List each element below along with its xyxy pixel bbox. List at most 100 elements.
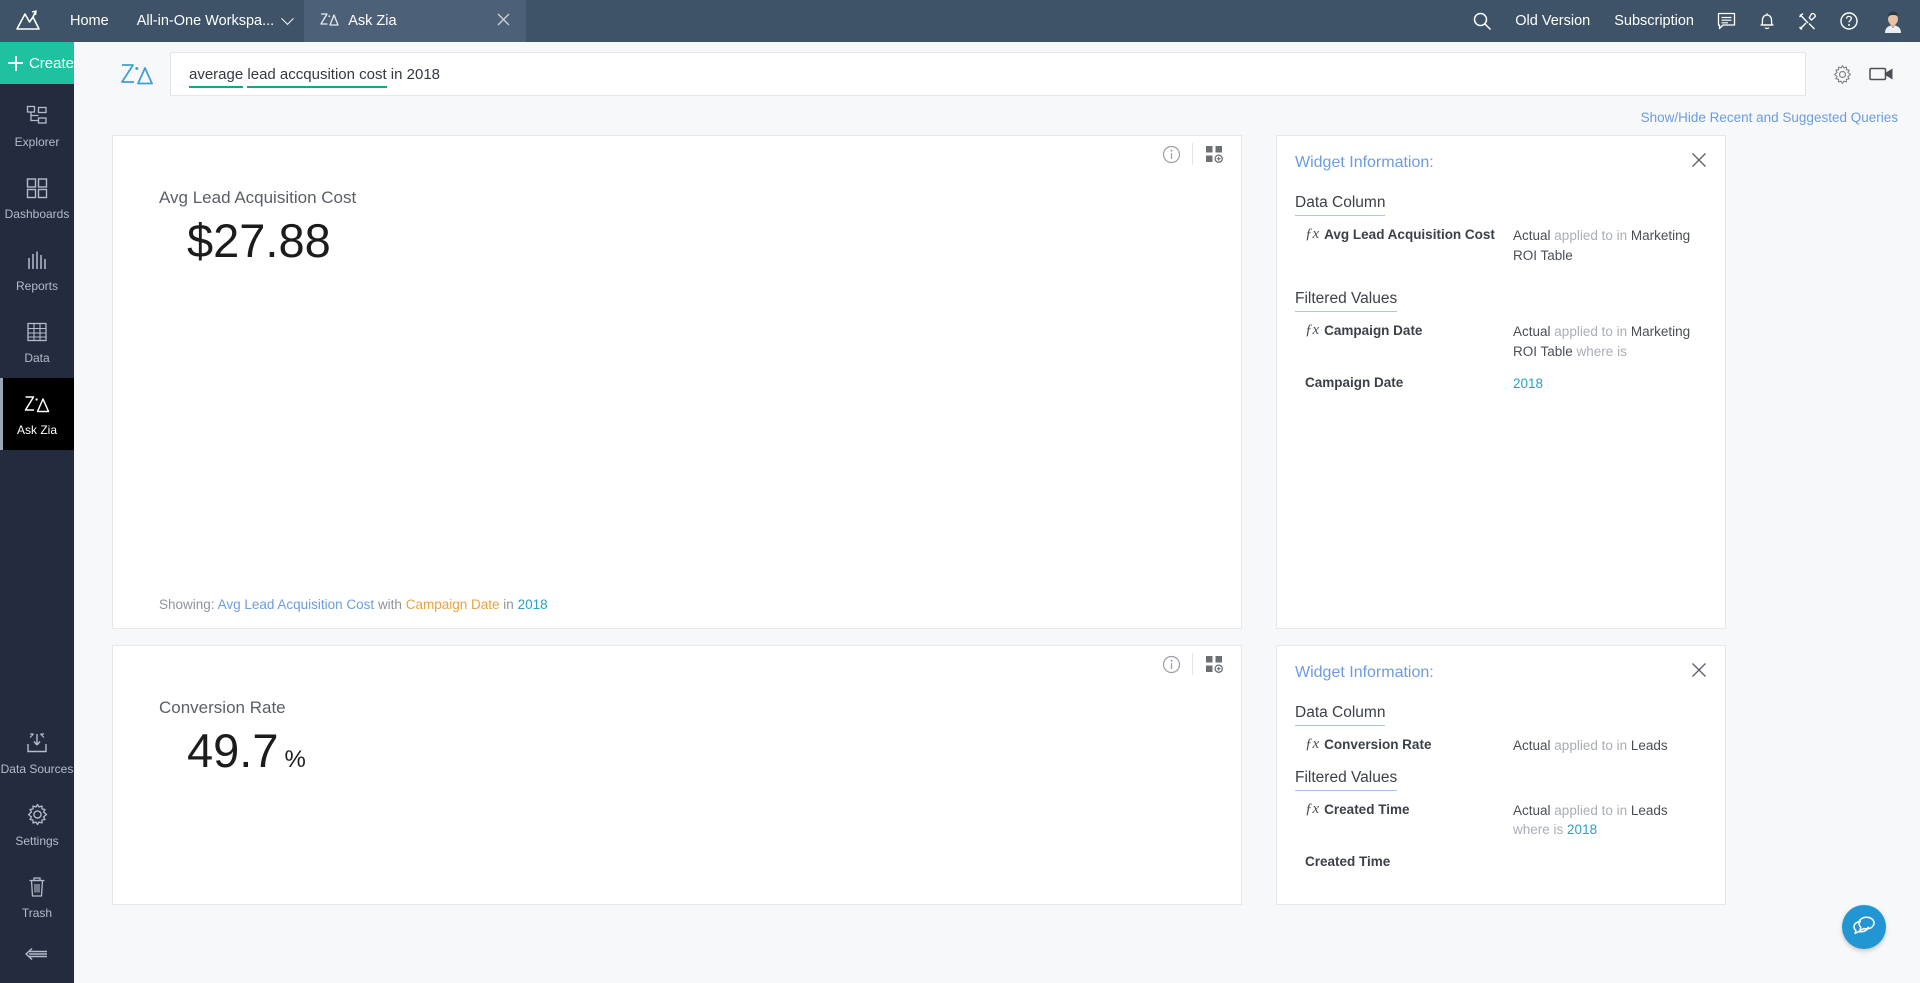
zoho-analytics-logo-icon[interactable] — [0, 0, 56, 42]
video-camera-icon[interactable] — [1862, 65, 1902, 83]
gear-icon — [26, 803, 49, 827]
section-gap — [1295, 278, 1703, 290]
value-muted: applied to in — [1554, 738, 1627, 753]
bell-icon[interactable] — [1747, 12, 1787, 31]
info-row-key: Conversion Rate — [1324, 736, 1431, 756]
info-row: Created Time — [1295, 853, 1703, 871]
sidebar-item-dashboards-label: Dashboards — [5, 207, 70, 221]
value-strong: Actual — [1513, 324, 1551, 339]
sidebar-item-reports-label: Reports — [16, 279, 58, 293]
showhide-row: Show/Hide Recent and Suggested Queries — [74, 106, 1920, 135]
kpi-unit: % — [284, 746, 305, 773]
info-row-left: ƒx Campaign Date — [1295, 322, 1513, 361]
sidebar-item-settings-label: Settings — [15, 834, 58, 848]
old-version-button[interactable]: Old Version — [1503, 13, 1602, 29]
zia-icon — [24, 392, 50, 416]
info-row-left: ƒx Avg Lead Acquisition Cost — [1295, 226, 1513, 265]
value-filter: 2018 — [1513, 376, 1543, 391]
avatar[interactable] — [1870, 9, 1906, 33]
widget-row: Avg Lead Acquisition Cost $27.88 Showing… — [112, 135, 1898, 629]
search-row-actions — [1806, 64, 1902, 85]
explorer-icon — [26, 104, 48, 128]
info-row-left: ƒx Created Time — [1295, 801, 1513, 840]
topbar-spacer — [526, 0, 1461, 42]
footer-joiner: with — [378, 597, 402, 612]
left-sidebar: Create Explorer — [0, 42, 74, 983]
data-column-heading: Data Column — [1295, 704, 1385, 726]
topbar-actions: Old Version Subscription — [1461, 0, 1920, 42]
sidebar-item-settings[interactable]: Settings — [0, 789, 74, 861]
create-button[interactable]: Create — [0, 42, 74, 84]
sidebar-item-explorer[interactable]: Explorer — [0, 90, 74, 162]
value-muted: applied to in — [1554, 324, 1627, 339]
kpi-card: Conversion Rate 49.7% — [112, 645, 1242, 905]
sidebar-item-data[interactable]: Data — [0, 306, 74, 378]
footer-filter-value[interactable]: 2018 — [518, 597, 548, 612]
add-to-dashboard-icon[interactable] — [1193, 647, 1235, 681]
sidebar-item-reports[interactable]: Reports — [0, 234, 74, 306]
widget-information-title: Widget Information: — [1295, 664, 1703, 682]
widget-information-title: Widget Information: — [1295, 154, 1703, 172]
sidebar-collapse-button[interactable] — [0, 933, 74, 979]
workspace-label: All-in-One Workspa... — [137, 13, 275, 29]
value-tail: Leads — [1631, 738, 1668, 753]
sidebar-item-trash-label: Trash — [22, 906, 52, 920]
value-strong: Actual — [1513, 738, 1551, 753]
trash-icon — [27, 875, 47, 899]
formula-icon: ƒx — [1305, 322, 1319, 361]
search-icon[interactable] — [1461, 11, 1503, 31]
widgets-board: Avg Lead Acquisition Cost $27.88 Showing… — [74, 135, 1920, 905]
value-filter: 2018 — [1567, 822, 1597, 837]
add-to-dashboard-icon[interactable] — [1193, 137, 1235, 171]
workspace-selector[interactable]: All-in-One Workspa... — [123, 0, 305, 42]
chat-support-button[interactable] — [1842, 905, 1886, 949]
chat-bubbles-icon — [1852, 914, 1876, 941]
footer-dimension[interactable]: Campaign Date — [406, 597, 500, 612]
card-toolbar — [113, 136, 1241, 172]
data-column-heading: Data Column — [1295, 194, 1385, 216]
sidebar-item-ask-zia[interactable]: Ask Zia — [0, 378, 74, 450]
info-circle-icon[interactable] — [1150, 647, 1192, 681]
sidebar-item-data-sources[interactable]: Data Sources — [0, 717, 74, 789]
chat-message-icon[interactable] — [1706, 12, 1747, 31]
info-row-left: Campaign Date — [1295, 374, 1513, 394]
widget-information-panel: Widget Information: Data Column ƒx Avg L… — [1276, 135, 1726, 629]
kpi-footer: Showing: Avg Lead Acquisition Cost with … — [113, 597, 1241, 628]
kpi-label: Conversion Rate — [159, 698, 1241, 718]
kpi-label: Avg Lead Acquisition Cost — [159, 188, 1241, 208]
zia-icon — [114, 61, 160, 87]
help-circle-icon[interactable] — [1828, 11, 1870, 31]
sidebar-item-trash[interactable]: Trash — [0, 861, 74, 933]
query-token-3: in 2018 — [387, 66, 440, 83]
info-circle-icon[interactable] — [1150, 137, 1192, 171]
dashboards-icon — [26, 176, 48, 200]
close-icon[interactable] — [497, 13, 510, 30]
show-hide-recent-queries-link[interactable]: Show/Hide Recent and Suggested Queries — [1641, 110, 1898, 125]
value-muted: applied to in — [1554, 803, 1627, 818]
close-icon[interactable] — [1691, 152, 1707, 173]
footer-prefix: Showing: — [159, 597, 215, 612]
value-muted: applied to in — [1554, 228, 1627, 243]
nav-home[interactable]: Home — [56, 0, 123, 42]
kpi-value-wrap: 49.7% — [159, 724, 1241, 778]
search-input[interactable]: average lead accqusition cost in 2018 — [170, 52, 1806, 96]
close-icon[interactable] — [1691, 662, 1707, 683]
value-tail: Leads — [1631, 803, 1668, 818]
zia-icon — [320, 12, 339, 31]
info-row: ƒx Avg Lead Acquisition Cost Actual appl… — [1295, 226, 1703, 265]
tab-ask-zia-label: Ask Zia — [348, 13, 485, 29]
gear-icon[interactable] — [1822, 64, 1862, 85]
tab-ask-zia[interactable]: Ask Zia — [304, 0, 526, 42]
sidebar-nav: Explorer Dashboards Reports — [0, 84, 74, 450]
formula-icon: ƒx — [1305, 736, 1319, 756]
tools-icon[interactable] — [1787, 12, 1828, 31]
info-row-key: Created Time — [1324, 801, 1409, 840]
sidebar-item-data-sources-label: Data Sources — [1, 762, 74, 776]
kpi-body: Avg Lead Acquisition Cost $27.88 — [113, 172, 1241, 597]
info-row: ƒx Conversion Rate Actual applied to in … — [1295, 736, 1703, 756]
sidebar-item-dashboards[interactable]: Dashboards — [0, 162, 74, 234]
formula-icon: ƒx — [1305, 801, 1319, 840]
footer-metric[interactable]: Avg Lead Acquisition Cost — [218, 597, 375, 612]
subscription-button[interactable]: Subscription — [1602, 13, 1706, 29]
info-row-left: ƒx Conversion Rate — [1295, 736, 1513, 756]
